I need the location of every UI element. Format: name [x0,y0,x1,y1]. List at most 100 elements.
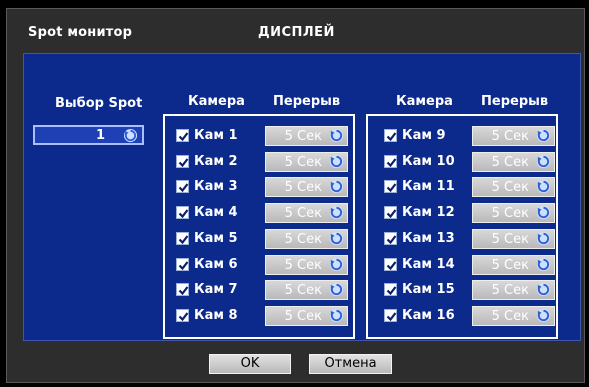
camera-row: Кам 2 [176,152,266,172]
spot-select-value: 1 [95,128,105,143]
interval-select[interactable]: 5 Сек [265,203,348,223]
interval-select[interactable]: 5 Сек [265,229,348,249]
interval-select[interactable]: 5 Сек [265,255,348,275]
camera-checkbox[interactable] [384,232,397,245]
refresh-spin-icon[interactable] [536,154,551,169]
interval-select[interactable]: 5 Сек [265,280,348,300]
interval-value: 5 Сек [491,283,529,298]
camera-checkbox[interactable] [176,232,189,245]
camera-row: Кам 12 [384,203,474,223]
interval-select[interactable]: 5 Сек [265,126,348,146]
camera-row: Кам 9 [384,126,474,146]
camera-row: Кам 8 [176,306,266,326]
interval-select[interactable]: 5 Сек [265,177,348,197]
check-icon [178,261,189,271]
camera-label: Кам 1 [194,128,238,143]
camera-row: Кам 6 [176,255,266,275]
interval-select[interactable]: 5 Сек [472,126,555,146]
camera-checkbox[interactable] [384,283,397,296]
camera-label: Кам 14 [402,257,455,272]
camera-label: Кам 16 [402,308,455,323]
refresh-spin-icon[interactable] [123,128,138,143]
refresh-spin-icon[interactable] [329,257,344,272]
interval-select[interactable]: 5 Сек [265,152,348,172]
refresh-spin-icon[interactable] [536,231,551,246]
spot-select[interactable]: 1 [33,125,144,145]
interval-select[interactable]: 5 Сек [265,306,348,326]
interval-select[interactable]: 5 Сек [472,306,555,326]
interval-select[interactable]: 5 Сек [472,152,555,172]
camera-checkbox[interactable] [384,180,397,193]
camera-checkbox[interactable] [384,129,397,142]
interval-value: 5 Сек [284,129,322,144]
refresh-spin-icon[interactable] [536,282,551,297]
interval-value: 5 Сек [284,206,322,221]
check-icon [386,312,397,322]
interval-value: 5 Сек [284,258,322,273]
camera-row: Кам 13 [384,229,474,249]
camera-label: Кам 6 [194,257,238,272]
interval-select[interactable]: 5 Сек [472,255,555,275]
check-icon [386,209,397,219]
refresh-spin-icon[interactable] [536,257,551,272]
refresh-spin-icon[interactable] [329,154,344,169]
camera-row: Кам 14 [384,255,474,275]
interval-value: 5 Сек [491,129,529,144]
camera-checkbox[interactable] [384,309,397,322]
camera-label: Кам 2 [194,154,238,169]
camera-row: Кам 4 [176,203,266,223]
refresh-spin-icon[interactable] [329,205,344,220]
refresh-spin-icon[interactable] [329,308,344,323]
camera-label: Кам 7 [194,282,238,297]
spot-select-label: Выбор Spot [55,96,143,111]
camera-checkbox[interactable] [176,206,189,219]
camera-checkbox[interactable] [176,309,189,322]
camera-label: Кам 5 [194,231,238,246]
camera-row: Кам 11 [384,177,474,197]
refresh-spin-icon[interactable] [536,179,551,194]
interval-select[interactable]: 5 Сек [472,177,555,197]
camera-label: Кам 15 [402,282,455,297]
interval-value: 5 Сек [284,283,322,298]
interval-select[interactable]: 5 Сек [472,280,555,300]
camera-checkbox[interactable] [384,258,397,271]
camera-checkbox[interactable] [176,155,189,168]
interval-select[interactable]: 5 Сек [472,229,555,249]
camera-checkbox[interactable] [384,206,397,219]
camera-checkbox[interactable] [176,129,189,142]
camera-checkbox[interactable] [176,180,189,193]
interval-select[interactable]: 5 Сек [472,203,555,223]
camera-checkbox[interactable] [384,155,397,168]
camera-header-left: Камера [188,94,245,109]
app-title: Spot монитор [28,25,133,40]
refresh-spin-icon[interactable] [536,205,551,220]
interval-value: 5 Сек [491,206,529,221]
camera-row: Кам 16 [384,306,474,326]
check-icon [386,132,397,142]
camera-checkbox[interactable] [176,258,189,271]
window-title: ДИСПЛЕЙ [258,25,335,40]
ok-button[interactable]: OK [209,354,291,374]
refresh-spin-icon[interactable] [329,179,344,194]
camera-header-right: Камера [396,94,453,109]
camera-label: Кам 8 [194,308,238,323]
refresh-spin-icon[interactable] [536,308,551,323]
check-icon [386,261,397,271]
interval-header-left: Перерыв [273,94,341,109]
check-icon [386,158,397,168]
camera-row: Кам 3 [176,177,266,197]
interval-value: 5 Сек [491,180,529,195]
cancel-button[interactable]: Отмена [309,354,392,374]
check-icon [178,312,189,322]
refresh-spin-icon[interactable] [536,128,551,143]
camera-row: Кам 5 [176,229,266,249]
refresh-spin-icon[interactable] [329,128,344,143]
interval-value: 5 Сек [491,232,529,247]
refresh-spin-icon[interactable] [329,231,344,246]
camera-checkbox[interactable] [176,283,189,296]
camera-row: Кам 15 [384,280,474,300]
check-icon [178,158,189,168]
check-icon [386,235,397,245]
camera-label: Кам 3 [194,179,238,194]
refresh-spin-icon[interactable] [329,282,344,297]
